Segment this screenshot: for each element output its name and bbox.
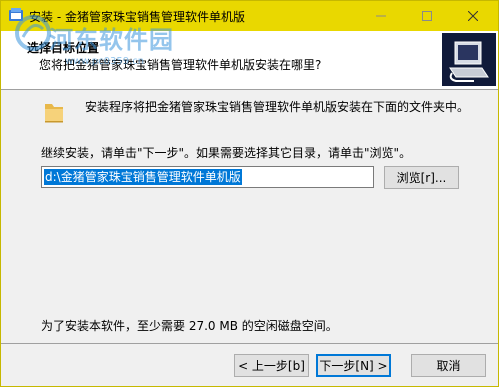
page-subtitle: 您将把金猪管家珠宝销售管理软件单机版安装在哪里?: [39, 58, 322, 72]
maximize-button[interactable]: [404, 1, 450, 31]
close-button[interactable]: [450, 1, 496, 31]
minimize-icon: [376, 15, 386, 17]
close-icon: [468, 11, 478, 21]
cancel-button[interactable]: 取消: [411, 354, 486, 377]
install-path-input[interactable]: d:\金猪管家珠宝销售管理软件单机版: [41, 166, 374, 188]
footer-divider: [1, 343, 498, 344]
installer-window: 安装 - 金猪管家珠宝销售管理软件单机版 选择目标位置 您将把金猪管家珠宝销售管…: [0, 0, 499, 387]
browse-button[interactable]: 浏览[r]...: [384, 166, 459, 189]
next-button[interactable]: 下一步[N] >: [316, 354, 391, 377]
install-path-value: d:\金猪管家珠宝销售管理软件单机版: [44, 169, 242, 185]
disk-space-text: 为了安装本软件，至少需要 27.0 MB 的空闲磁盘空间。: [41, 319, 338, 333]
app-icon: [8, 7, 24, 23]
continue-instructions: 继续安装，请单击"下一步"。如果需要选择其它目录，请单击"浏览"。: [41, 146, 412, 160]
installer-logo: [442, 33, 496, 86]
intro-text: 安装程序将把金猪管家珠宝销售管理软件单机版安装在下面的文件夹中。: [85, 100, 470, 114]
window-title: 安装 - 金猪管家珠宝销售管理软件单机版: [29, 10, 245, 24]
page-title: 选择目标位置: [27, 41, 100, 55]
back-button[interactable]: < 上一步[b]: [234, 354, 309, 377]
minimize-button[interactable]: [358, 1, 404, 31]
folder-icon: [43, 101, 65, 125]
wizard-header: 选择目标位置 您将把金猪管家珠宝销售管理软件单机版安装在哪里?: [1, 31, 498, 90]
title-bar[interactable]: 安装 - 金猪管家珠宝销售管理软件单机版: [1, 1, 498, 31]
maximize-icon: [422, 11, 432, 21]
